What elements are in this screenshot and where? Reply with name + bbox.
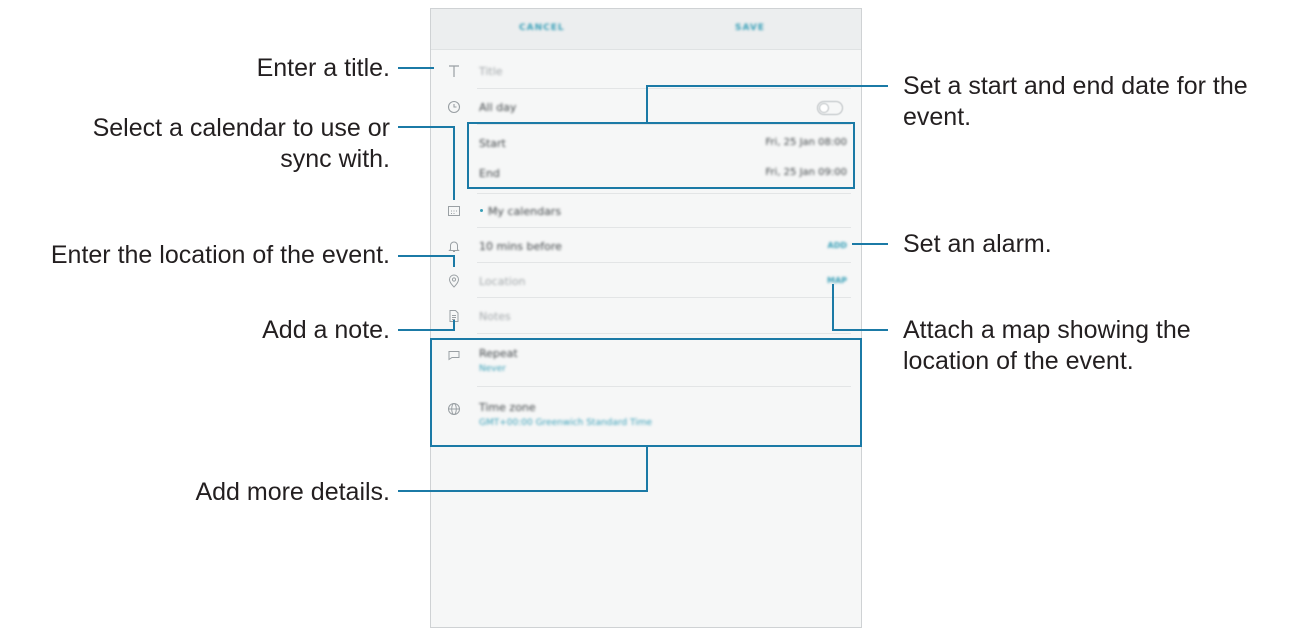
map-button[interactable]: MAP [827,276,847,285]
location-row[interactable]: Location MAP [431,263,861,299]
calendar-label: My calendars [488,205,562,218]
details-leader-line-vertical [646,447,648,492]
title-input[interactable]: Title [479,65,503,78]
note-leader-line [398,329,454,331]
alarm-row[interactable]: 10 mins before ADD [431,228,861,264]
notes-row[interactable]: Notes [431,298,861,334]
calendar-leader-line-vertical [453,126,455,200]
location-input[interactable]: Location [479,275,526,288]
callout-calendar-line2: sync with. [280,145,390,173]
date-range-highlight [467,122,855,189]
save-button[interactable]: SAVE [735,23,765,33]
calendar-color-dot [480,209,483,212]
divider [477,333,851,334]
top-bar: CANCEL SAVE [431,9,861,50]
location-leader-line-vertical [453,255,455,267]
alarm-leader-line [852,243,888,245]
details-leader-line [398,490,648,492]
dates-leader-line-vertical [646,85,648,123]
note-leader-line-vertical [453,320,455,331]
dates-leader-line [646,85,888,87]
map-leader-line [832,329,888,331]
callout-map-line2: location of the event. [903,347,1134,375]
callout-dates-line2: event. [903,103,972,131]
add-alarm-button[interactable]: ADD [828,241,847,250]
callout-details: Add more details. [195,478,390,506]
callout-map-line1: Attach a map showing the [903,316,1191,344]
map-leader-line-vertical [832,284,834,331]
calendar-row[interactable]: My calendars [431,193,861,229]
callout-location: Enter the location of the event. [50,241,390,269]
calendar-icon [446,203,462,219]
text-icon [446,63,462,79]
location-leader-line [398,255,454,257]
calendar-leader-line [398,126,454,128]
clock-icon [446,99,462,115]
all-day-toggle[interactable] [817,101,843,115]
callout-title: Enter a title. [256,54,390,82]
callout-alarm: Set an alarm. [903,230,1052,258]
title-row[interactable]: Title [431,53,861,89]
callout-dates-line1: Set a start and end date for the [903,72,1248,100]
notes-input[interactable]: Notes [479,310,511,323]
cancel-button[interactable]: CANCEL [519,23,565,33]
more-details-highlight [430,338,862,447]
alarm-label: 10 mins before [479,240,562,253]
location-pin-icon [446,273,462,289]
bell-icon [446,238,462,254]
callout-note: Add a note. [262,316,390,344]
callout-calendar-line1: Select a calendar to use or [92,114,390,142]
title-leader-line [398,67,434,69]
all-day-label: All day [479,101,517,114]
